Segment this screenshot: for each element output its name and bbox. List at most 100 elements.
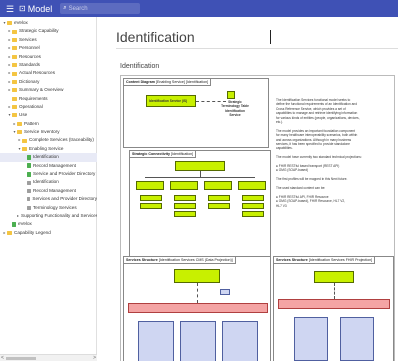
tree-item[interactable]: ▸ Summary & Overview [0, 86, 97, 94]
tree-item-label: Complete Services (traceability) [29, 137, 94, 143]
tree-item[interactable]: Identification [0, 178, 97, 186]
tree-item[interactable]: ▾ Use [0, 111, 97, 119]
lookup-icon [227, 91, 235, 99]
tree-item[interactable]: ▾ Service Inventory [0, 128, 97, 136]
tree-item[interactable]: ▸ Strategic Capability [0, 27, 97, 35]
folder-icon [12, 79, 17, 84]
text-cursor [270, 30, 271, 44]
tree-item[interactable]: ▸ Services [0, 36, 97, 44]
folder-icon [12, 96, 17, 101]
connector-line [145, 177, 255, 178]
capability-box[interactable] [242, 195, 264, 201]
tree-item-label: Record Management [33, 162, 76, 168]
capability-box[interactable] [140, 203, 162, 209]
interface-bar[interactable] [128, 303, 268, 313]
tree-item[interactable]: ▸ Actual Resources [0, 69, 97, 77]
tree-item[interactable]: Record Management [0, 187, 97, 195]
tree-item[interactable]: Services and Provider Directory [0, 195, 97, 203]
expand-right-icon[interactable]: ▸ [17, 212, 19, 220]
tree-item[interactable]: ▾ eVelox [0, 19, 97, 27]
service-box[interactable] [314, 271, 354, 283]
tree-item[interactable]: Service and Provider Directory [0, 170, 97, 178]
tree-item[interactable]: ▸ Supporting Functionality and Services [0, 212, 97, 220]
folder-icon [12, 46, 17, 51]
doc-icon [27, 171, 31, 177]
folder-icon [12, 63, 17, 68]
capability-box[interactable] [238, 181, 266, 190]
tree-item-label: Supporting Functionality and Services [21, 212, 97, 218]
tree-item-label: Operational [19, 103, 43, 109]
capability-box[interactable] [208, 195, 230, 201]
search-input[interactable]: Search [69, 6, 88, 12]
tree-item-label: Enabling Service [29, 145, 64, 151]
search-icon: ⌕ [63, 5, 67, 11]
folder-icon [17, 130, 22, 135]
horizontal-scrollbar[interactable]: < > [0, 354, 97, 361]
component-box[interactable] [294, 317, 328, 361]
tree-item[interactable]: ▸ Operational [0, 103, 97, 111]
tree-item-label: Use [19, 112, 28, 118]
capability-box[interactable] [140, 195, 162, 201]
capability-box[interactable] [242, 203, 264, 209]
tree-item[interactable]: ▸ Standards [0, 61, 97, 69]
component-box[interactable] [180, 321, 216, 361]
context-diagram-panel: Content Diagram [Enabling Service] [Iden… [123, 78, 269, 148]
tree-item-label: eVelox [14, 20, 28, 25]
component-box[interactable] [138, 321, 174, 361]
model-tree: ▾ eVelox ▸ Strategic Capability ▸ Services ▸ Pe… [0, 19, 97, 237]
description-text: The Identification Services functional m… [276, 98, 394, 208]
panel-header: Strategic Connectivity [Identification] [130, 151, 197, 158]
capability-box[interactable] [136, 181, 164, 190]
main-content: Identification Identification Content Di… [98, 17, 398, 361]
tree-item[interactable]: ▸ Dictionary [0, 78, 97, 86]
model-icon: ⊡ [19, 4, 26, 13]
capability-box[interactable] [242, 211, 264, 217]
tree-item[interactable]: ▸ Complete Services (traceability) [0, 136, 97, 144]
list-icon [26, 197, 31, 202]
scrollbar-thumb[interactable] [6, 357, 36, 360]
capability-box[interactable] [208, 203, 230, 209]
tree-item[interactable]: ▸ Pattern [0, 120, 97, 128]
tree-item[interactable]: ▸ Resources [0, 53, 97, 61]
folder-icon [12, 88, 17, 93]
connector-line [334, 283, 335, 299]
tree-item-label: Capability Legend [14, 229, 51, 235]
component-box[interactable] [222, 321, 258, 361]
capability-box[interactable] [204, 181, 232, 190]
tree-item-label: Actual Resources [19, 70, 56, 76]
list-icon [27, 189, 31, 193]
tree-item[interactable]: Record Management [0, 162, 97, 170]
capability-box[interactable] [174, 211, 196, 217]
menu-icon[interactable]: ☰ [4, 3, 16, 15]
component-box[interactable] [340, 317, 374, 361]
tree-item[interactable]: eVelox [0, 220, 97, 228]
app-title: Model [27, 3, 53, 14]
capability-box[interactable] [170, 181, 198, 190]
service-box[interactable] [174, 269, 220, 283]
folder-icon [12, 37, 17, 42]
capability-box[interactable] [174, 203, 196, 209]
capability-box[interactable]: Identification Service (IS) [146, 95, 196, 107]
tree-item-label: Services and Provider Directory [32, 196, 97, 202]
panel-header: Services Structure [Identification Servi… [274, 257, 376, 264]
app-header: ☰ ⊡ Model ⌕ Search [0, 0, 398, 17]
capability-box[interactable] [174, 195, 196, 201]
tree-item-label: eVelox [18, 221, 32, 227]
page-title[interactable]: Identification [116, 29, 195, 45]
tree-item-label: Requirements [19, 95, 48, 101]
tree-item-label: Summary & Overview [19, 87, 64, 93]
tree-item-label: Terminology Services [33, 204, 77, 210]
tree-item[interactable]: Identification [0, 153, 97, 162]
tree-item[interactable]: Terminology Services [0, 204, 97, 212]
search-box[interactable]: ⌕ Search [60, 3, 141, 14]
tree-item[interactable]: Requirements [0, 95, 97, 103]
interface-bar[interactable] [278, 299, 390, 309]
tree-item-label: Service Inventory [24, 129, 60, 135]
root-capability-box[interactable] [175, 161, 225, 171]
diagram-figure[interactable]: Content Diagram [Enabling Service] [Iden… [120, 75, 395, 361]
doc-icon [12, 222, 16, 228]
tree-item[interactable]: ▾ Enabling Service [0, 145, 97, 153]
folder-icon [12, 29, 17, 34]
tree-item[interactable]: ▸ Capability Legend [0, 229, 97, 237]
tree-item[interactable]: ▸ Personnel [0, 44, 97, 52]
